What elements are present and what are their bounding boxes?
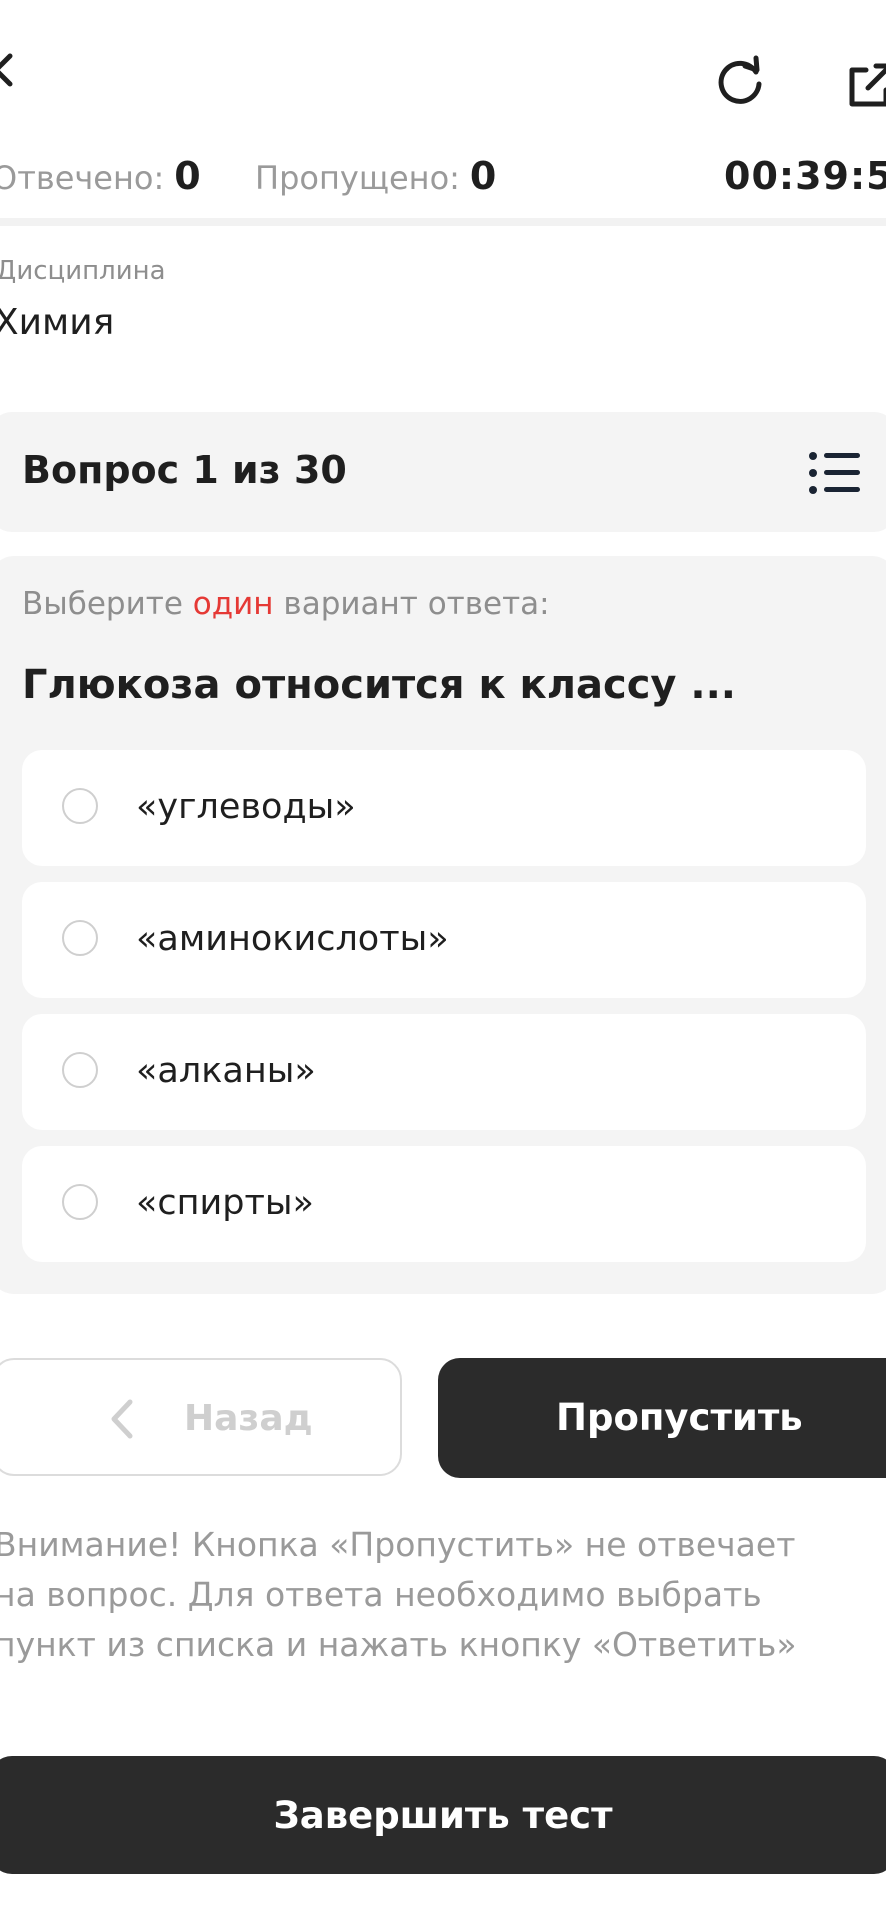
radio-button[interactable] — [62, 920, 98, 956]
option-label: «углеводы» — [136, 787, 356, 827]
reload-icon[interactable] — [712, 54, 768, 110]
stats-row: Отвечено:0 Пропущено:0 00:39:58 — [0, 152, 886, 200]
skipped-stat: Пропущено: 0 — [255, 152, 496, 202]
question-list-icon[interactable] — [808, 450, 860, 496]
option-label: «аминокислоты» — [136, 919, 449, 959]
finish-test-label: Завершить тест — [273, 1794, 613, 1837]
warning-line: на вопрос. Для ответа необходимо выбрать — [0, 1575, 762, 1614]
finish-test-button[interactable]: Завершить тест — [0, 1756, 886, 1874]
answered-label: Отвечено: — [0, 159, 165, 197]
warning-line: пункт из списка и нажать кнопку «Ответит… — [0, 1625, 797, 1664]
back-button-label: Назад — [184, 1398, 313, 1439]
chevron-left-icon[interactable] — [0, 50, 14, 106]
answer-instruction: Выберите один вариант ответа: — [22, 586, 550, 622]
answer-option[interactable]: «алканы» — [22, 1014, 866, 1130]
question-text: Глюкоза относится к классу ... — [22, 662, 737, 708]
question-counter: Вопрос 1 из 30 — [22, 448, 347, 492]
option-label: «алканы» — [136, 1051, 316, 1091]
discipline-value: Химия — [0, 302, 115, 343]
back-button[interactable]: Назад — [0, 1358, 402, 1476]
answered-value: 0 — [174, 154, 201, 198]
external-link-icon[interactable] — [846, 60, 886, 110]
timer: 00:39:58 — [724, 154, 886, 198]
warning-line: Внимание! Кнопка «Пропустить» не отвечае… — [0, 1525, 796, 1564]
warning-text: Внимание! Кнопка «Пропустить» не отвечае… — [0, 1520, 874, 1670]
skip-button[interactable]: Пропустить — [438, 1358, 886, 1478]
divider — [0, 218, 886, 226]
instruction-accent: один — [192, 586, 274, 622]
question-counter-card: Вопрос 1 из 30 — [0, 412, 886, 532]
answer-option[interactable]: «спирты» — [22, 1146, 866, 1262]
discipline-label: Дисциплина — [0, 256, 166, 286]
option-label: «спирты» — [136, 1183, 314, 1223]
radio-button[interactable] — [62, 788, 98, 824]
skipped-label: Пропущено: — [255, 159, 460, 197]
answer-option[interactable]: «углеводы» — [22, 750, 866, 866]
question-card: Выберите один вариант ответа: Глюкоза от… — [0, 556, 886, 1294]
chevron-left-icon — [111, 1399, 133, 1439]
answer-option[interactable]: «аминокислоты» — [22, 882, 866, 998]
radio-button[interactable] — [62, 1184, 98, 1220]
instruction-suffix: вариант ответа: — [273, 586, 550, 622]
skip-button-label: Пропустить — [556, 1396, 803, 1439]
answered-stat: Отвечено: 0 — [0, 152, 201, 202]
skipped-value: 0 — [469, 154, 497, 198]
instruction-prefix: Выберите — [22, 586, 193, 622]
radio-button[interactable] — [62, 1052, 98, 1088]
